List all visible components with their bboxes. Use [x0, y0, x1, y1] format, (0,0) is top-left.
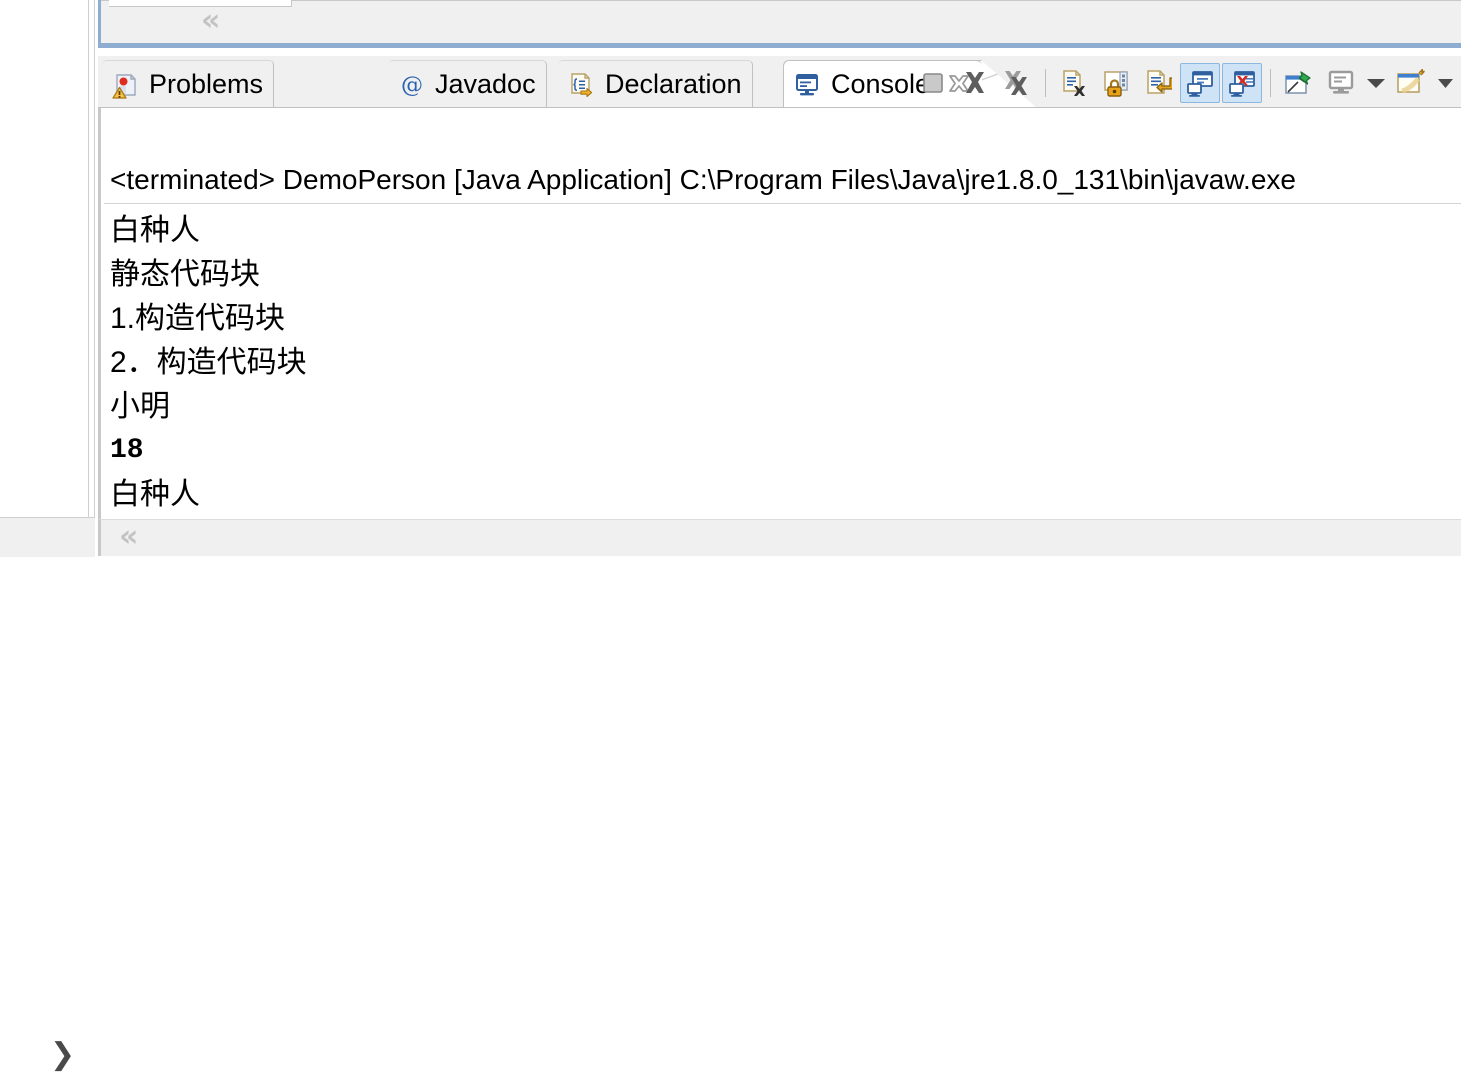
console-view: Problems @ Javadoc Declaration Console <…	[98, 56, 1461, 556]
toolbar-separator	[1270, 69, 1271, 97]
console-output-line: 1.构造代码块	[110, 302, 286, 335]
tab-javadoc-label: Javadoc	[435, 69, 536, 99]
tab-javadoc[interactable]: @ Javadoc	[388, 60, 547, 108]
console-status-divider	[104, 203, 1461, 204]
remove-launch-button[interactable]	[955, 63, 995, 103]
tab-declaration-label: Declaration	[605, 69, 742, 99]
display-selected-console-button[interactable]	[1321, 63, 1361, 103]
open-console-button[interactable]	[1391, 63, 1431, 103]
clear-console-icon	[1063, 70, 1085, 96]
svg-text:@: @	[401, 73, 423, 98]
view-tab-bar: Problems @ Javadoc Declaration Console	[98, 56, 1461, 108]
console-output-line: 小明	[110, 390, 170, 423]
console-stdout-icon	[1187, 71, 1213, 97]
toolbar-separator	[1045, 69, 1046, 97]
console-output-line: 2．构造代码块	[110, 346, 307, 379]
remove-all-terminated-button[interactable]	[997, 63, 1037, 103]
scroll-lock-button[interactable]	[1096, 63, 1136, 103]
stop-square-icon	[923, 73, 943, 93]
tab-problems[interactable]: Problems	[102, 60, 275, 108]
double-x-icon	[1005, 71, 1027, 95]
word-wrap-button[interactable]	[1138, 63, 1178, 103]
console-toolbar	[913, 60, 1461, 106]
clear-console-button[interactable]	[1054, 63, 1094, 103]
problems-icon	[112, 71, 140, 99]
monitor-icon	[1328, 70, 1354, 94]
chevron-down-icon	[1438, 79, 1453, 88]
show-console-stdout-button[interactable]	[1180, 63, 1220, 103]
console-output-lines: 白种人 静态代码块 1.构造代码块 2．构造代码块 小明 18 白种人	[110, 209, 1450, 517]
console-launch-status-line: <terminated> DemoPerson [Java Applicatio…	[110, 164, 1296, 195]
editor-left-gutter	[0, 0, 95, 517]
scroll-left-chevron-icon[interactable]: «	[119, 522, 138, 552]
x-icon	[966, 72, 984, 93]
expand-panel-arrow-icon[interactable]: ❯	[50, 1040, 75, 1070]
scroll-left-chevron-icon[interactable]: «	[201, 6, 220, 36]
pin-icon	[1285, 71, 1311, 94]
console-icon	[794, 71, 822, 99]
console-output-area[interactable]: <terminated> DemoPerson [Java Applicatio…	[98, 108, 1461, 519]
pin-console-button[interactable]	[1279, 63, 1319, 103]
console-output-line: 白种人	[110, 478, 200, 511]
console-stderr-icon	[1229, 71, 1255, 97]
console-output-line: 18	[110, 435, 144, 466]
console-bottom-bar: «	[98, 519, 1461, 556]
javadoc-icon: @	[398, 71, 426, 99]
left-status-bar: ❯	[0, 517, 95, 1070]
show-console-stderr-button[interactable]	[1222, 63, 1262, 103]
console-output-line: 静态代码块	[110, 258, 260, 291]
console-output-line: 白种人	[110, 214, 200, 247]
lock-icon	[1104, 71, 1128, 97]
chevron-down-icon	[1367, 79, 1385, 88]
word-wrap-icon	[1147, 70, 1172, 94]
gutter-divider	[88, 0, 95, 517]
tab-declaration[interactable]: Declaration	[558, 60, 753, 108]
view-menu-arrow[interactable]	[1433, 63, 1459, 103]
terminate-button[interactable]	[913, 63, 953, 103]
new-console-icon	[1397, 69, 1425, 94]
top-view-panel: «	[98, 0, 1461, 48]
display-console-dropdown-arrow[interactable]	[1363, 63, 1389, 103]
declaration-icon	[568, 71, 596, 99]
top-panel-divider	[101, 0, 1461, 1]
tab-problems-label: Problems	[149, 69, 264, 99]
